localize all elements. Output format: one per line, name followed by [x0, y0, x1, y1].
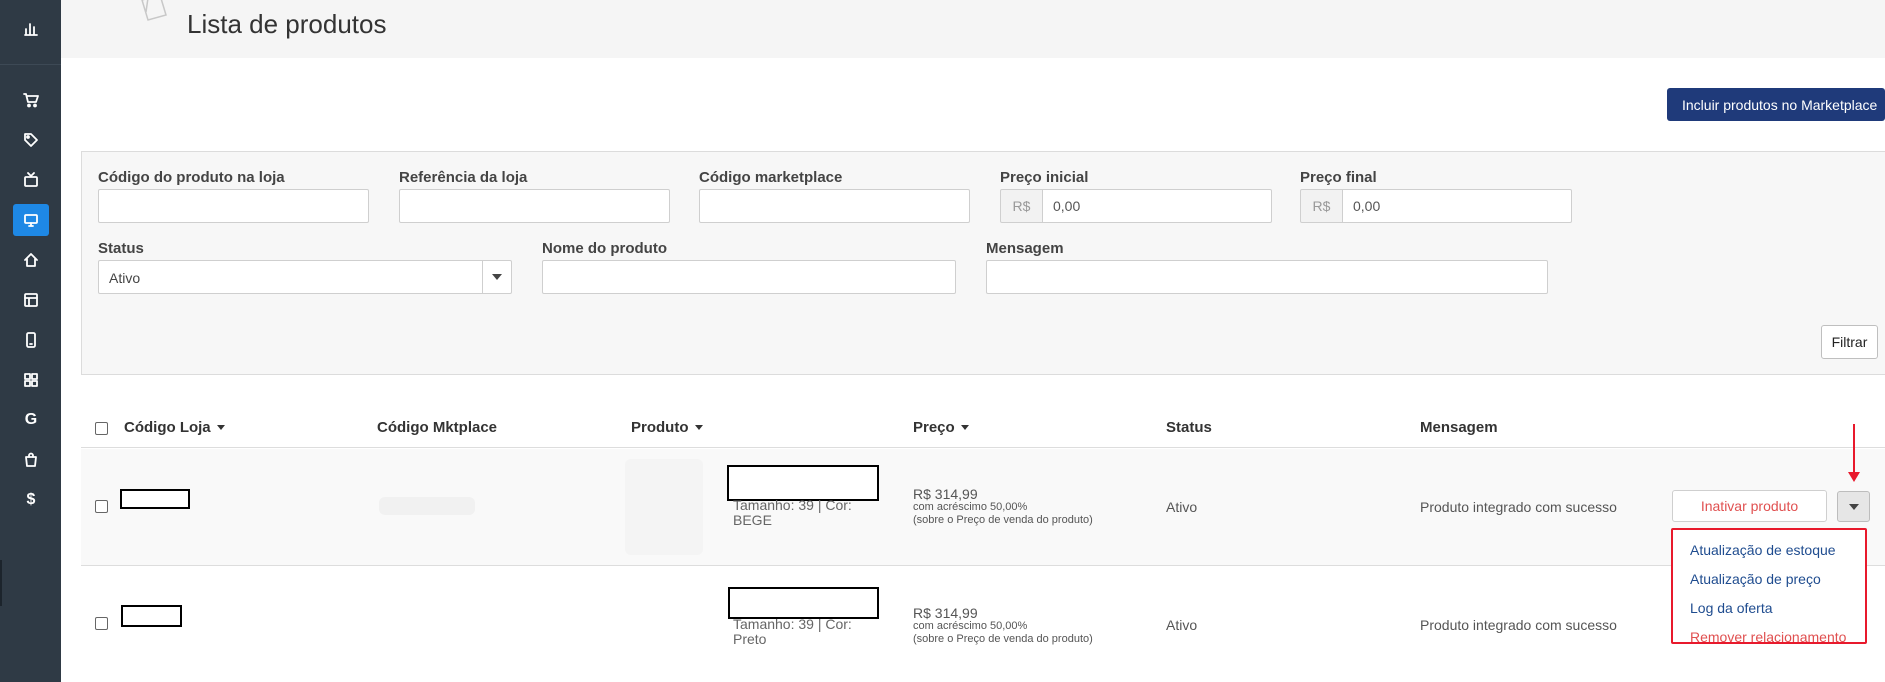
annotation-arrow-head: [1848, 472, 1860, 482]
sidebar-item-marketplace[interactable]: [13, 204, 49, 236]
dollar-icon: $: [26, 491, 36, 508]
status-value: Ativo: [1166, 617, 1198, 633]
price-note: (sobre o Preço de venda do produto): [913, 514, 1093, 526]
price-note: com acréscimo 50,00%: [913, 501, 1028, 513]
home-icon: [24, 253, 38, 267]
monitor-icon: [24, 214, 38, 227]
google-icon: G: [24, 411, 38, 428]
chevron-down-icon: [482, 261, 511, 293]
redacted-product-name: [727, 465, 879, 501]
row-checkbox[interactable]: [95, 617, 108, 630]
referencia-label: Referência da loja: [399, 169, 528, 186]
header-status: Status: [1166, 419, 1212, 436]
status-select-value: Ativo: [109, 270, 141, 286]
status-select[interactable]: Ativo: [98, 260, 512, 294]
currency-addon: R$: [1000, 189, 1043, 223]
sidebar-item-media[interactable]: [13, 164, 49, 196]
header-codigo-mktplace: Código Mktplace: [377, 419, 498, 436]
menu-item-atualizacao-preco[interactable]: Atualização de preço: [1690, 571, 1821, 587]
table-row: Tamanho: 39 | Cor: Preto R$ 314,99 com a…: [81, 567, 1885, 682]
header-logo-icon: [139, 0, 173, 24]
redacted-codigo-mktplace: [379, 497, 475, 515]
row-actions-menu: Atualização de estoque Atualização de pr…: [1671, 528, 1867, 645]
mobile-icon: [26, 332, 36, 348]
row-checkbox[interactable]: [95, 500, 108, 513]
sidebar-item-layout[interactable]: [13, 284, 49, 316]
price-note: (sobre o Preço de venda do produto): [913, 633, 1093, 645]
sort-caret-icon: [960, 425, 969, 430]
header-mensagem: Mensagem: [1420, 419, 1498, 436]
sidebar-edge: [0, 560, 2, 606]
menu-item-remover-relacionamento[interactable]: Remover relacionamento: [1690, 629, 1846, 645]
currency-addon: R$: [1300, 189, 1343, 223]
page-title: Lista de produtos: [187, 9, 387, 39]
sidebar: G $: [0, 0, 61, 682]
mensagem-input[interactable]: [986, 260, 1548, 294]
tv-icon: [24, 172, 38, 187]
cart-icon: [23, 93, 39, 108]
header-preco[interactable]: Preço: [913, 419, 969, 436]
chevron-down-icon: [1848, 503, 1859, 510]
redacted-codigo-loja: [121, 605, 182, 627]
message-value: Produto integrado com sucesso: [1420, 617, 1617, 633]
row-actions-dropdown-toggle[interactable]: [1837, 491, 1870, 522]
product-variant: Tamanho: 39 | Cor: BEGE: [733, 497, 852, 528]
table-row: Tamanho: 39 | Cor: BEGE R$ 314,99 com ac…: [81, 449, 1885, 566]
annotation-arrow: [1853, 424, 1855, 476]
filter-panel: Código do produto na loja Referência da …: [81, 151, 1885, 375]
menu-item-atualizacao-estoque[interactable]: Atualização de estoque: [1690, 542, 1836, 558]
price-cell: R$ 314,99 com acréscimo 50,00% (sobre o …: [913, 486, 1093, 527]
select-all-checkbox[interactable]: [95, 422, 108, 435]
nome-produto-input[interactable]: [542, 260, 956, 294]
product-thumbnail: [625, 459, 703, 555]
product-variant: Tamanho: 39 | Cor: Preto: [733, 616, 852, 647]
preco-inicial-input[interactable]: [1042, 189, 1272, 223]
sidebar-divider: [0, 64, 61, 65]
bag-icon: [25, 452, 37, 467]
inativar-produto-button[interactable]: Inativar produto: [1672, 490, 1827, 522]
tag-icon: [24, 133, 38, 147]
referencia-input[interactable]: [399, 189, 670, 223]
include-products-button[interactable]: Incluir produtos no Marketplace: [1667, 88, 1885, 121]
table-header: Código Loja Código Mktplace Produto Preç…: [81, 410, 1885, 448]
preco-inicial-label: Preço inicial: [1000, 169, 1089, 186]
header-codigo-loja[interactable]: Código Loja: [124, 419, 225, 436]
sidebar-item-products[interactable]: [13, 124, 49, 156]
bar-chart-icon: [24, 23, 38, 36]
price-cell: R$ 314,99 com acréscimo 50,00% (sobre o …: [913, 605, 1093, 646]
price-value: R$ 314,99: [913, 605, 978, 621]
mensagem-label: Mensagem: [986, 240, 1064, 257]
layout-icon: [24, 293, 38, 307]
codigo-marketplace-label: Código marketplace: [699, 169, 843, 186]
filter-button[interactable]: Filtrar: [1821, 325, 1878, 359]
status-label: Status: [98, 240, 144, 257]
header-produto[interactable]: Produto: [631, 419, 703, 436]
sidebar-item-mobile[interactable]: [13, 324, 49, 356]
preco-final-input[interactable]: [1342, 189, 1572, 223]
sidebar-item-shopping[interactable]: [13, 444, 49, 476]
codigo-marketplace-input[interactable]: [699, 189, 970, 223]
sidebar-item-dashboard[interactable]: [13, 13, 49, 45]
status-value: Ativo: [1166, 499, 1198, 515]
price-value: R$ 314,99: [913, 486, 978, 502]
sort-caret-icon: [694, 425, 703, 430]
sidebar-item-apps[interactable]: [13, 364, 49, 396]
codigo-loja-label: Código do produto na loja: [98, 169, 285, 186]
sidebar-item-google[interactable]: G: [13, 404, 49, 436]
message-value: Produto integrado com sucesso: [1420, 499, 1617, 515]
sidebar-item-store[interactable]: [13, 244, 49, 276]
grid-icon: [24, 373, 38, 387]
price-note: com acréscimo 50,00%: [913, 620, 1028, 632]
redacted-codigo-loja: [120, 489, 190, 509]
menu-item-log-oferta[interactable]: Log da oferta: [1690, 600, 1773, 616]
sidebar-item-finance[interactable]: $: [13, 484, 49, 516]
page-header: Lista de produtos: [61, 0, 1885, 58]
sort-caret-icon: [216, 425, 225, 430]
preco-final-label: Preço final: [1300, 169, 1377, 186]
nome-produto-label: Nome do produto: [542, 240, 667, 257]
codigo-loja-input[interactable]: [98, 189, 369, 223]
redacted-product-name: [728, 587, 879, 619]
sidebar-item-orders[interactable]: [13, 84, 49, 116]
